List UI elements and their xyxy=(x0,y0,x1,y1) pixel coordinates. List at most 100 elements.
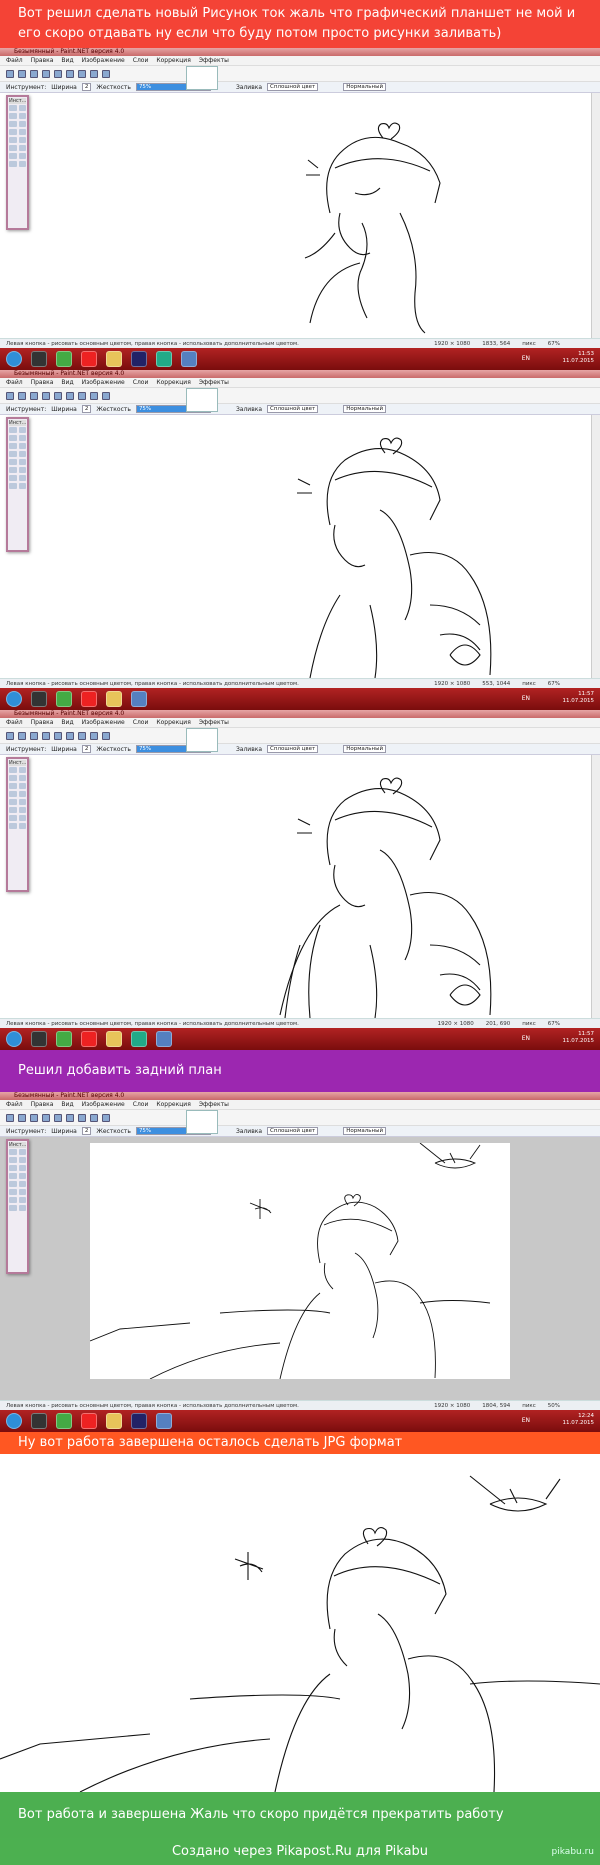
tool-lasso-icon[interactable] xyxy=(9,113,17,119)
taskbar-folder-icon[interactable] xyxy=(106,1413,122,1429)
vertical-scrollbar[interactable] xyxy=(591,415,600,678)
image-canvas[interactable] xyxy=(90,1143,510,1379)
taskbar-browser-icon[interactable] xyxy=(81,691,97,707)
menu-view[interactable]: Вид xyxy=(61,719,73,726)
redo-icon[interactable] xyxy=(102,391,110,400)
new-icon[interactable] xyxy=(6,731,14,740)
canvas-area[interactable]: Инст... xyxy=(0,1137,600,1400)
taskbar-folder-icon[interactable] xyxy=(106,351,122,367)
taskbar-paint-icon[interactable] xyxy=(156,1031,172,1047)
menu-image[interactable]: Изображение xyxy=(82,719,125,726)
tool-move-icon[interactable] xyxy=(18,427,26,433)
copy-icon[interactable] xyxy=(66,391,74,400)
cut-icon[interactable] xyxy=(54,391,62,400)
tool-eraser-icon[interactable] xyxy=(9,1181,17,1187)
new-icon[interactable] xyxy=(6,69,14,78)
menu-file[interactable]: Файл xyxy=(6,719,23,726)
taskbar-app-icon[interactable] xyxy=(31,1413,47,1429)
paste-icon[interactable] xyxy=(78,1113,86,1122)
footer-text[interactable]: Создано через Pikapost.Ru для Pikabu xyxy=(172,1844,428,1859)
tool-recolor-icon[interactable] xyxy=(18,1189,26,1195)
canvas-area[interactable]: Инст... xyxy=(0,415,600,678)
taskbar-paint-icon[interactable] xyxy=(181,351,197,367)
redo-icon[interactable] xyxy=(102,731,110,740)
paste-icon[interactable] xyxy=(78,391,86,400)
taskbar-app-icon[interactable] xyxy=(31,351,47,367)
print-icon[interactable] xyxy=(42,731,50,740)
tool-eraser-icon[interactable] xyxy=(9,799,17,805)
open-icon[interactable] xyxy=(18,1113,26,1122)
image-thumbnail[interactable] xyxy=(186,728,218,752)
width-input[interactable]: 2 xyxy=(81,83,92,91)
redo-icon[interactable] xyxy=(102,69,110,78)
menu-effects[interactable]: Эффекты xyxy=(199,379,229,386)
tool-bucket-icon[interactable] xyxy=(18,783,26,789)
vertical-scrollbar[interactable] xyxy=(591,93,600,338)
tool-eraser-icon[interactable] xyxy=(9,459,17,465)
menu-adjust[interactable]: Коррекция xyxy=(156,1101,190,1108)
undo-icon[interactable] xyxy=(90,69,98,78)
cut-icon[interactable] xyxy=(54,69,62,78)
tool-move-icon[interactable] xyxy=(18,105,26,111)
menu-edit[interactable]: Правка xyxy=(31,1101,54,1108)
zoom-level[interactable]: 50% xyxy=(548,1403,560,1409)
menu-layers[interactable]: Слои xyxy=(133,719,149,726)
start-icon[interactable] xyxy=(6,351,22,367)
taskbar-app-icon[interactable] xyxy=(31,691,47,707)
menu-adjust[interactable]: Коррекция xyxy=(156,719,190,726)
language-indicator[interactable]: EN xyxy=(522,1035,530,1042)
blend-mode-select[interactable]: Нормальный xyxy=(343,405,387,413)
tool-recolor-icon[interactable] xyxy=(18,467,26,473)
fill-select[interactable]: Сплошной цвет xyxy=(267,745,319,753)
fill-select[interactable]: Сплошной цвет xyxy=(267,405,319,413)
menu-effects[interactable]: Эффекты xyxy=(199,1101,229,1108)
tool-select-icon[interactable] xyxy=(9,105,17,111)
tool-gradient-icon[interactable] xyxy=(9,129,17,135)
tool-shapes-icon[interactable] xyxy=(9,483,17,489)
tool-move-icon[interactable] xyxy=(18,1149,26,1155)
canvas-area[interactable]: Инст... xyxy=(0,93,600,338)
print-icon[interactable] xyxy=(42,69,50,78)
tool-zoom-icon[interactable] xyxy=(18,775,26,781)
tool-wand-icon[interactable] xyxy=(9,443,17,449)
tool-move-icon[interactable] xyxy=(18,767,26,773)
menu-file[interactable]: Файл xyxy=(6,379,23,386)
tool-line-icon[interactable] xyxy=(18,475,26,481)
menu-file[interactable]: Файл xyxy=(6,57,23,64)
pikabu-logo[interactable]: pikabu.ru xyxy=(552,1847,594,1857)
tool-recolor-icon[interactable] xyxy=(18,807,26,813)
cut-icon[interactable] xyxy=(54,731,62,740)
menu-layers[interactable]: Слои xyxy=(133,57,149,64)
zoom-level[interactable]: 67% xyxy=(548,1021,560,1027)
print-icon[interactable] xyxy=(42,1113,50,1122)
units-select[interactable]: пикс xyxy=(522,1021,536,1027)
tool-clone-icon[interactable] xyxy=(9,807,17,813)
units-select[interactable]: пикс xyxy=(522,681,536,687)
menu-view[interactable]: Вид xyxy=(61,57,73,64)
tool-line-icon[interactable] xyxy=(18,1197,26,1203)
menu-view[interactable]: Вид xyxy=(61,1101,73,1108)
tool-select-icon[interactable] xyxy=(9,767,17,773)
taskbar-app-icon[interactable] xyxy=(56,1031,72,1047)
copy-icon[interactable] xyxy=(66,69,74,78)
canvas-area[interactable]: Инст... xyxy=(0,755,600,1018)
taskbar-folder-icon[interactable] xyxy=(106,1031,122,1047)
new-icon[interactable] xyxy=(6,1113,14,1122)
start-icon[interactable] xyxy=(6,1031,22,1047)
tool-picker-icon[interactable] xyxy=(18,823,26,829)
paste-icon[interactable] xyxy=(78,731,86,740)
print-icon[interactable] xyxy=(42,391,50,400)
paste-icon[interactable] xyxy=(78,69,86,78)
taskbar-browser-icon[interactable] xyxy=(81,351,97,367)
tool-picker-icon[interactable] xyxy=(18,1205,26,1211)
start-icon[interactable] xyxy=(6,1413,22,1429)
blend-mode-select[interactable]: Нормальный xyxy=(343,1127,387,1135)
copy-icon[interactable] xyxy=(66,1113,74,1122)
taskbar-app-icon[interactable] xyxy=(56,351,72,367)
tool-zoom-icon[interactable] xyxy=(18,435,26,441)
open-icon[interactable] xyxy=(18,731,26,740)
tool-select-icon[interactable] xyxy=(9,427,17,433)
taskbar-app-icon[interactable] xyxy=(131,1413,147,1429)
tool-brush-icon[interactable] xyxy=(18,791,26,797)
menu-image[interactable]: Изображение xyxy=(82,57,125,64)
